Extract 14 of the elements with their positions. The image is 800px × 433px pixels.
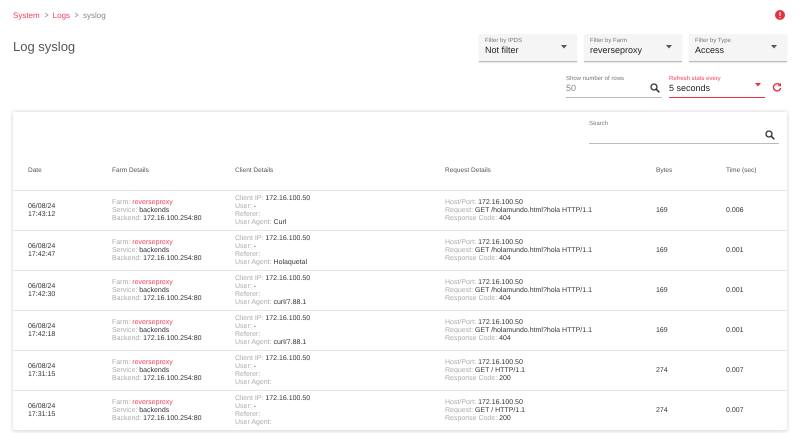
caret-icon [755,83,761,87]
caret-icon [666,45,672,49]
search-icon[interactable] [650,83,660,93]
breadcrumb-link[interactable]: Logs [52,10,70,20]
breadcrumb-link[interactable]: System [13,10,40,20]
search-icon[interactable] [765,130,775,140]
info-icon[interactable] [775,10,785,20]
caret-icon [561,45,567,49]
caret-icon [771,45,777,49]
breadcrumb-separator-icon [44,12,49,18]
current-page-text: syslog [83,10,106,20]
breadcrumb-separator-icon [74,12,80,18]
page-title: Log syslog [13,39,76,54]
refresh-icon[interactable] [772,82,782,92]
